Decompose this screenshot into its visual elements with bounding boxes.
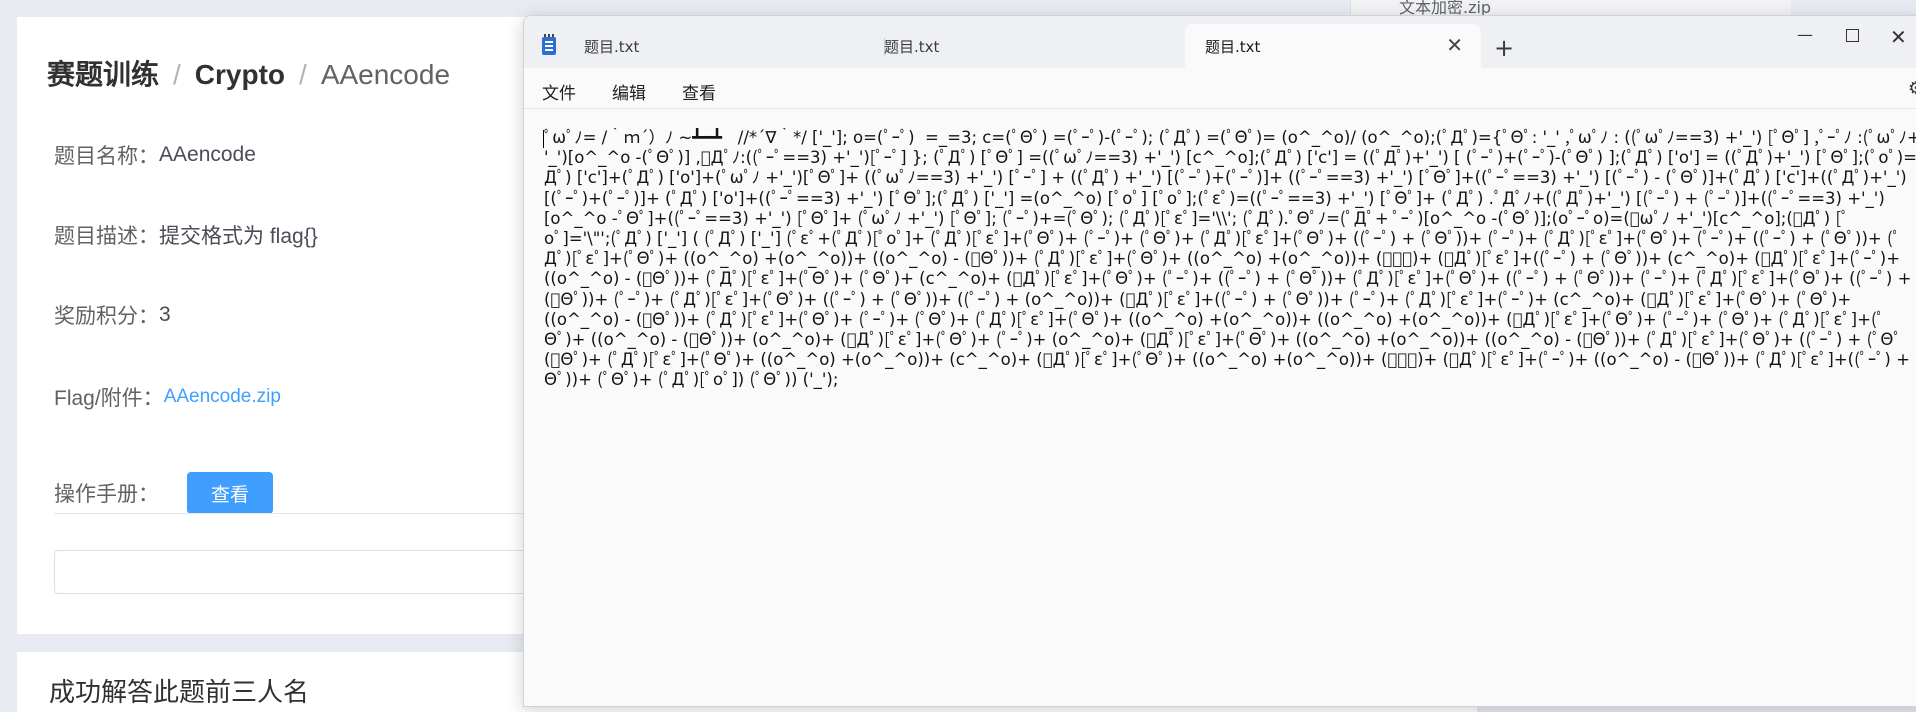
close-window-icon[interactable]: ✕ <box>1890 25 1907 49</box>
challenge-desc-row: 题目描述： 提交格式为 flag{} <box>54 220 318 250</box>
view-manual-button[interactable]: 查看 <box>187 472 273 514</box>
breadcrumb-separator: / <box>299 59 307 90</box>
tab-file-2[interactable]: 题目.txt <box>864 24 1104 68</box>
points-value: 3 <box>159 303 171 326</box>
attachment-row: Flag/附件： AAencode.zip <box>54 382 281 412</box>
menu-bar: 文件 编辑 查看 ⚙ <box>524 68 1916 109</box>
notepad-window: 题目.txt 题目.txt 题目.txt ✕ + — ✕ 文件 编辑 查看 ⚙ … <box>523 15 1916 707</box>
settings-icon[interactable]: ⚙ <box>1908 78 1916 99</box>
breadcrumb-current: AAencode <box>320 59 451 90</box>
manual-row: 操作手册： 查看 <box>54 472 273 514</box>
manual-label: 操作手册： <box>54 483 159 506</box>
breadcrumb-separator: / <box>173 59 181 90</box>
maximize-icon[interactable] <box>1846 29 1859 42</box>
challenge-desc-label: 题目描述： <box>54 225 159 248</box>
challenge-name-row: 题目名称： AAencode <box>54 140 256 170</box>
tab-bar: 题目.txt 题目.txt 题目.txt ✕ + — ✕ <box>524 16 1916 68</box>
text-cursor <box>543 130 544 148</box>
points-row: 奖励积分： 3 <box>54 300 171 330</box>
challenge-name-label: 题目名称： <box>54 145 159 168</box>
menu-file[interactable]: 文件 <box>542 79 576 104</box>
breadcrumb-training[interactable]: 赛题训练 <box>47 53 159 93</box>
breadcrumb-crypto[interactable]: Crypto <box>195 59 285 91</box>
points-label: 奖励积分： <box>54 305 159 328</box>
attachment-link[interactable]: AAencode.zip <box>164 386 281 408</box>
menu-view[interactable]: 查看 <box>682 79 716 104</box>
attachment-label: Flag/附件： <box>54 387 164 410</box>
notepad-app-icon <box>542 34 556 55</box>
tab-file-3-active[interactable]: 题目.txt ✕ <box>1185 24 1481 68</box>
tab-file-1[interactable]: 题目.txt <box>564 24 804 68</box>
menu-edit[interactable]: 编辑 <box>612 79 646 104</box>
add-tab-icon[interactable]: + <box>1494 36 1514 60</box>
breadcrumb: 赛题训练 / Crypto / AAencode <box>47 53 451 91</box>
close-tab-icon[interactable]: ✕ <box>1446 35 1463 55</box>
challenge-name-value: AAencode <box>159 143 256 166</box>
minimize-icon[interactable]: — <box>1797 25 1813 44</box>
text-editor[interactable]: ﾟωﾟﾉ= /｀ｍ´）ﾉ ~┻━┻ //*´∇｀*/ ['_']; o=(ﾟｰﾟ… <box>544 128 1916 688</box>
tab-label: 题目.txt <box>1205 37 1261 56</box>
challenge-desc-value: 提交格式为 flag{} <box>159 225 318 248</box>
tab-label: 题目.txt <box>884 37 940 56</box>
solvers-title: 成功解答此题前三人名 <box>49 677 310 707</box>
tab-label: 题目.txt <box>584 37 640 56</box>
